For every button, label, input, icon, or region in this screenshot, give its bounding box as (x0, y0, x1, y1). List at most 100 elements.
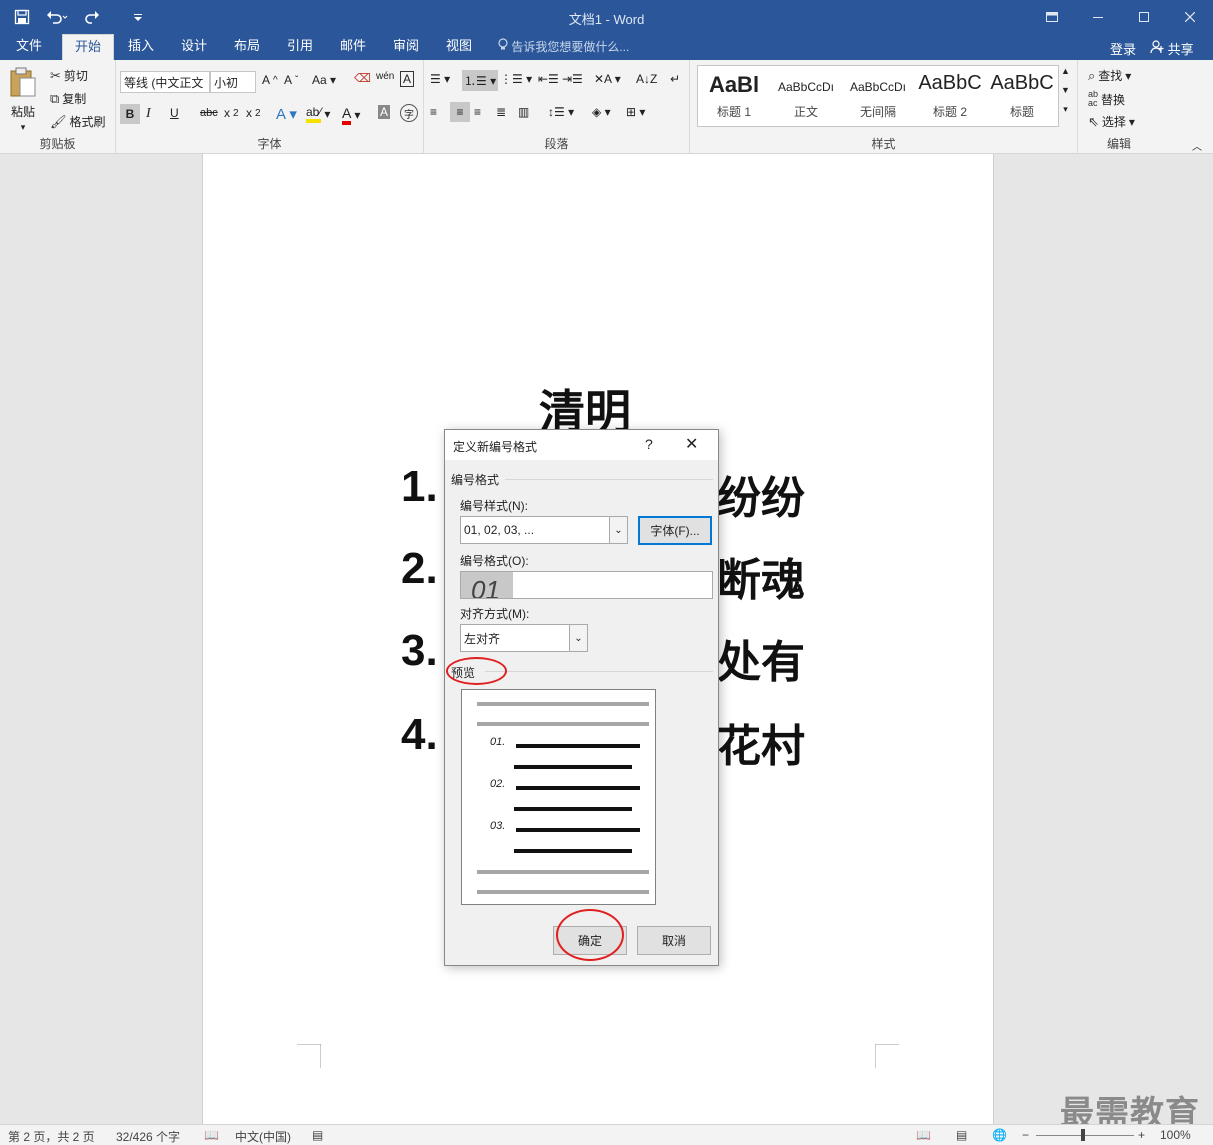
tab-design[interactable]: 设计 (171, 34, 217, 60)
numbering-style-select[interactable]: 01, 02, 03, ... ⌄ (460, 516, 628, 544)
bold-button[interactable]: B (120, 104, 140, 124)
superscript-icon[interactable]: x2 (246, 106, 261, 120)
close-window-icon[interactable] (1167, 0, 1213, 34)
macro-record-icon[interactable]: ▤ (312, 1128, 323, 1142)
tab-view[interactable]: 视图 (436, 34, 482, 60)
shading-icon[interactable]: ◈ ▾ (592, 105, 611, 119)
align-center-icon[interactable]: ≡ (450, 102, 470, 122)
style-title[interactable]: AaBbC 标题 (986, 66, 1058, 126)
zoom-out-icon[interactable]: − (1022, 1128, 1029, 1142)
subscript-icon[interactable]: x2 (224, 106, 239, 120)
select-button[interactable]: ⇖ 选择 ▾ (1088, 113, 1135, 130)
proofing-icon[interactable]: 📖 (204, 1128, 219, 1142)
sort-icon[interactable]: A↓Z (636, 72, 657, 86)
cursor-icon: ⇖ (1088, 114, 1099, 129)
chinese-layout-icon[interactable]: ✕A ▾ (594, 72, 621, 86)
line-spacing-icon[interactable]: ↕☰ ▾ (548, 105, 574, 119)
justify-icon[interactable]: ≣ (496, 105, 506, 119)
help-button[interactable]: ? (645, 436, 653, 452)
font-name-combo[interactable]: 等线 (中文正文 (120, 71, 210, 93)
chevron-down-icon: ⌄ (569, 625, 587, 651)
multilevel-list-icon[interactable]: ⋮☰ ▾ (500, 72, 532, 86)
character-border-icon[interactable]: A (400, 71, 415, 87)
list-number-3: 3. (401, 626, 438, 675)
web-layout-icon[interactable]: 🌐 (992, 1128, 1007, 1142)
style-normal-preview: AaBbCcDı (777, 80, 835, 94)
align-left-icon[interactable]: ≡ (430, 105, 437, 119)
tell-me-box[interactable]: 告诉我您想要做什么... (498, 38, 629, 55)
find-button[interactable]: ⌕ 查找 ▾ (1088, 67, 1131, 84)
highlight-color-icon[interactable]: ab⁄ ▾ (306, 105, 330, 123)
strikethrough-button[interactable]: abc (200, 107, 218, 119)
ribbon-display-options-icon[interactable] (1029, 0, 1075, 34)
zoom-in-icon[interactable]: + (1138, 1128, 1145, 1142)
cut-button[interactable]: ✂ 剪切 (50, 67, 88, 84)
number-format-value: 01 (461, 572, 513, 598)
grow-font-icon[interactable]: A ^ (262, 73, 278, 87)
number-format-input[interactable]: 01 (460, 571, 713, 599)
tab-home[interactable]: 开始 (62, 34, 114, 60)
style-heading1[interactable]: AaBl 标题 1 (698, 66, 770, 126)
distributed-icon[interactable]: ▥ (518, 105, 529, 119)
zoom-slider[interactable] (1036, 1135, 1134, 1136)
tab-insert[interactable]: 插入 (118, 34, 164, 60)
word-count[interactable]: 32/426 个字 (116, 1128, 180, 1145)
share-button[interactable]: 共享 (1150, 39, 1194, 58)
tab-review[interactable]: 审阅 (383, 34, 429, 60)
cut-label: 剪切 (63, 69, 88, 83)
tab-mailings[interactable]: 邮件 (330, 34, 376, 60)
borders-icon[interactable]: ⊞ ▾ (626, 105, 645, 119)
font-size-value: 小初 (214, 75, 239, 90)
styles-gallery: AaBl 标题 1 AaBbCcDı 正文 AaBbCcDı 无间隔 AaBbC… (697, 65, 1059, 127)
minimize-icon[interactable] (1075, 0, 1121, 34)
numbering-icon[interactable]: ⒈☰ ▾ (462, 70, 499, 91)
italic-button[interactable]: I (146, 106, 151, 122)
font-size-combo[interactable]: 小初 (210, 71, 256, 93)
shrink-font-icon[interactable]: Aˇ (284, 73, 298, 87)
show-marks-icon[interactable]: ↵ (670, 72, 680, 86)
alignment-select[interactable]: 左对齐 ⌄ (460, 624, 588, 652)
preview-divider (485, 671, 713, 672)
cancel-button[interactable]: 取消 (637, 926, 711, 955)
copy-button[interactable]: ⧉ 复制 (50, 90, 86, 107)
tab-references[interactable]: 引用 (277, 34, 323, 60)
increase-indent-icon[interactable]: ⇥☰ (562, 72, 583, 86)
replace-button[interactable]: ab ac 替换 (1088, 90, 1125, 108)
ribbon-tabs: 文件 开始 插入 设计 布局 引用 邮件 审阅 视图 告诉我您想要做什么... … (0, 34, 1213, 60)
preview-line (516, 786, 640, 790)
font-color-icon[interactable]: A ▾ (342, 105, 360, 125)
style-no-spacing[interactable]: AaBbCcDı 无间隔 (842, 66, 914, 126)
bullets-icon[interactable]: ☰ ▾ (430, 72, 450, 86)
font-button[interactable]: 字体(F)... (638, 516, 712, 545)
maximize-icon[interactable] (1121, 0, 1167, 34)
sign-in-link[interactable]: 登录 (1110, 39, 1136, 58)
align-right-icon[interactable]: ≡ (474, 105, 481, 119)
tab-file[interactable]: 文件 (6, 34, 52, 60)
underline-button[interactable]: U (170, 106, 179, 120)
read-mode-icon[interactable]: 📖 (916, 1128, 931, 1142)
paste-button[interactable]: 粘贴 ▾ (8, 66, 38, 133)
change-case-icon[interactable]: Aa ▾ (312, 73, 336, 87)
zoom-level[interactable]: 100% (1160, 1128, 1191, 1142)
decrease-indent-icon[interactable]: ⇤☰ (538, 72, 559, 86)
enclose-characters-icon[interactable]: 字 (400, 104, 418, 122)
list-text-1: 纷纷 (717, 474, 805, 523)
styles-scroll-icon[interactable]: ▲ ▼ ▾ (1061, 66, 1070, 115)
dialog-close-button[interactable]: ✕ (685, 434, 698, 454)
preview-number-2: 02. (490, 778, 506, 790)
style-heading2[interactable]: AaBbC 标题 2 (914, 66, 986, 126)
text-effects-icon[interactable]: A ▾ (276, 105, 297, 123)
clear-formatting-icon[interactable]: ⌫ (354, 71, 371, 85)
preview-line (514, 807, 632, 811)
tab-layout[interactable]: 布局 (224, 34, 270, 60)
character-shading-icon[interactable]: A (378, 105, 391, 119)
format-painter-button[interactable]: 🖌 格式刷 (50, 113, 106, 130)
style-normal[interactable]: AaBbCcDı 正文 (770, 66, 842, 126)
page-count[interactable]: 第 2 页，共 2 页 (8, 1128, 95, 1145)
collapse-ribbon-icon[interactable]: ︿ (1192, 138, 1202, 153)
phonetic-guide-icon[interactable]: wén (376, 71, 394, 82)
list-text-4: 花村 (717, 722, 805, 771)
language-indicator[interactable]: 中文(中国) (235, 1128, 291, 1145)
zoom-slider-thumb[interactable] (1081, 1129, 1085, 1141)
print-layout-icon[interactable]: ▤ (956, 1128, 967, 1142)
